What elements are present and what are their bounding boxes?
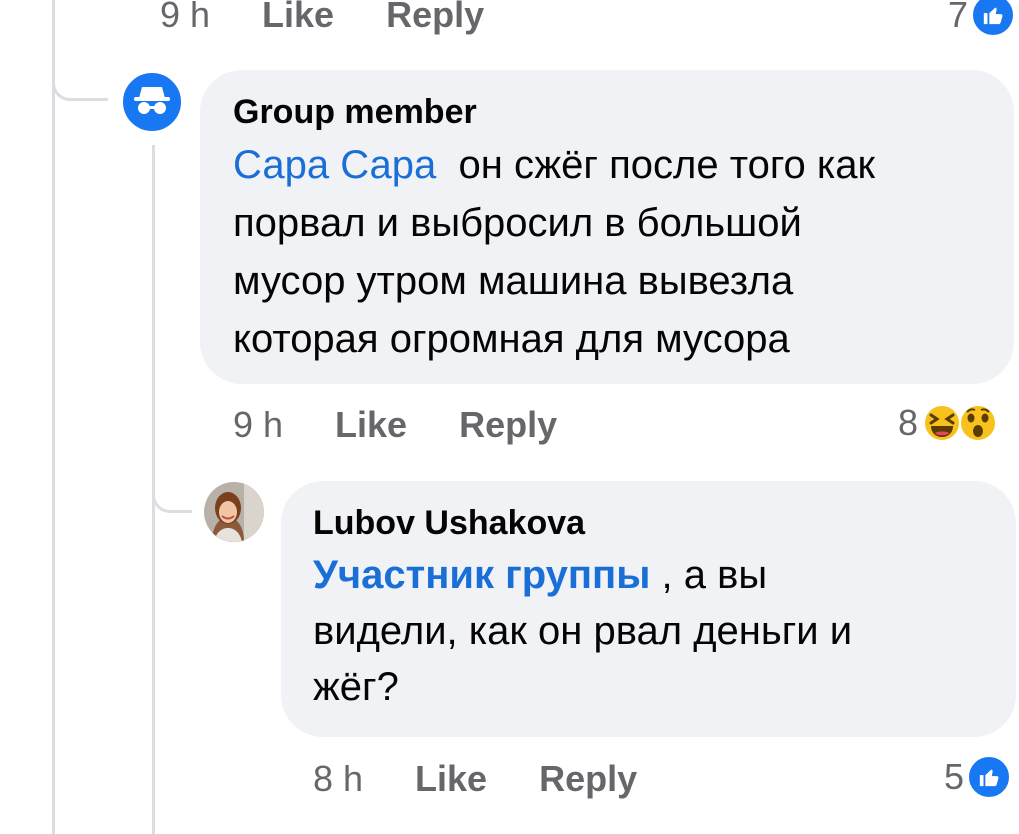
like-button[interactable]: Like	[335, 404, 407, 446]
reaction-summary[interactable]: 5	[944, 754, 1013, 800]
laughing-emoji-icon	[922, 403, 962, 443]
anonymous-member-icon	[132, 83, 172, 122]
comment-time[interactable]: 9 h	[233, 404, 283, 446]
comment-text-line: , а вы	[661, 553, 768, 597]
reaction-count: 8	[898, 402, 919, 443]
comment-bubble: Lubov Ushakova Участник группы , а вы ви…	[281, 481, 1016, 737]
like-button[interactable]: Like	[415, 758, 487, 800]
reaction-summary-top[interactable]: 7	[948, 0, 1017, 38]
comment-text-line: порвал и выбросил в большой	[233, 201, 802, 245]
mention-link[interactable]: Сара Сара	[233, 143, 436, 187]
reply-button[interactable]: Reply	[459, 404, 557, 446]
like-icon	[970, 0, 1017, 38]
comment-text-line: жёг?	[313, 665, 399, 709]
thread-line-outer	[52, 0, 55, 834]
comment-time[interactable]: 9 h	[160, 0, 210, 36]
reaction-count: 7	[948, 0, 969, 35]
comment-actions: 8 h Like Reply	[313, 758, 637, 800]
comment-text-line: мусор утром машина вывезла	[233, 259, 794, 303]
reaction-summary[interactable]: 8	[898, 402, 998, 444]
reply-button[interactable]: Reply	[539, 758, 637, 800]
avatar[interactable]	[202, 480, 266, 544]
avatar[interactable]	[120, 70, 184, 134]
comment-bubble: Group member Сара Сара он сжёг после тог…	[200, 70, 1014, 384]
thread-connector-2	[152, 470, 192, 513]
reply-button[interactable]: Reply	[386, 0, 484, 36]
comment-text-line: видели, как он рвал деньги и	[313, 609, 853, 653]
comment-time[interactable]: 8 h	[313, 758, 363, 800]
comment-actions-top: 9 h Like Reply	[160, 0, 484, 36]
comment-text-line: он сжёг после того как	[458, 143, 876, 187]
comment-author[interactable]: Lubov Ushakova	[313, 503, 1016, 543]
thread-connector-1	[52, 60, 108, 101]
comment-text-line: которая огромная для мусора	[233, 317, 790, 361]
comment-author[interactable]: Group member	[233, 92, 1014, 132]
comment-actions: 9 h Like Reply	[233, 404, 557, 446]
reaction-count: 5	[944, 756, 965, 797]
user-avatar-photo	[204, 482, 264, 542]
comment-text: Сара Сара он сжёг после того как порвал …	[233, 136, 1014, 368]
surprised-emoji-icon	[958, 403, 998, 443]
mention-link[interactable]: Участник группы	[313, 553, 650, 597]
like-button[interactable]: Like	[262, 0, 334, 36]
like-icon	[966, 754, 1013, 800]
comment-text: Участник группы , а вы видели, как он рв…	[313, 547, 1016, 715]
